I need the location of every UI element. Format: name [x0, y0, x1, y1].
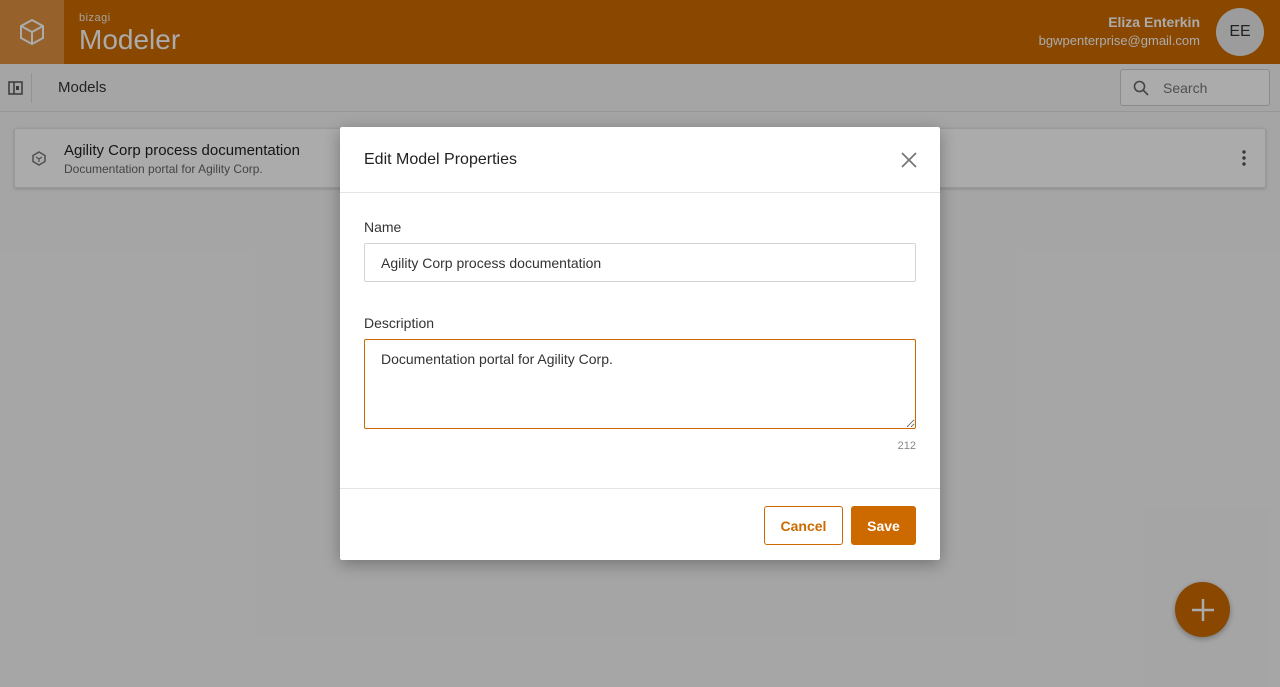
app-root: bizagi Modeler Eliza Enterkin bgwpenterp…	[0, 0, 1280, 687]
description-label: Description	[364, 315, 435, 331]
description-field[interactable]: Documentation portal for Agility Corp.	[364, 339, 916, 429]
name-field[interactable]	[364, 243, 916, 282]
cancel-button[interactable]: Cancel	[764, 506, 843, 545]
dialog-header: Edit Model Properties	[340, 127, 940, 193]
close-icon[interactable]	[900, 151, 918, 169]
edit-model-dialog: Edit Model Properties Name Description D…	[340, 127, 940, 560]
dialog-footer: Cancel Save	[340, 488, 940, 560]
char-counter: 212	[897, 440, 916, 452]
save-button[interactable]: Save	[851, 506, 916, 545]
dialog-title: Edit Model Properties	[364, 151, 517, 168]
name-label: Name	[364, 219, 402, 235]
